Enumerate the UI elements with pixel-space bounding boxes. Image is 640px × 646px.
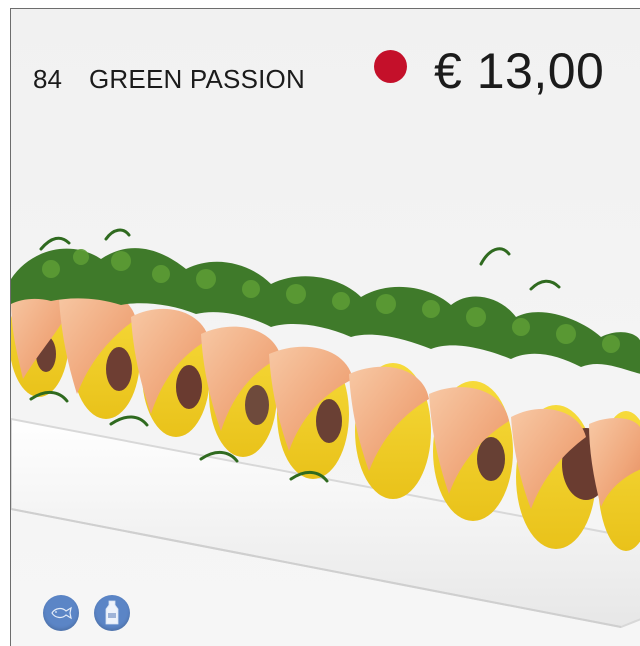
fish-badge	[43, 595, 79, 631]
item-number: 84	[33, 64, 62, 94]
fish-icon	[51, 606, 72, 620]
milk-icon	[105, 600, 119, 625]
menu-item-card: 84 GREEN PASSION € 13,00	[10, 8, 640, 646]
milk-badge	[94, 595, 130, 631]
item-header: 84 GREEN PASSION € 13,00	[11, 9, 640, 119]
item-price: € 13,00	[434, 43, 605, 99]
sushi-roll-photo	[11, 228, 640, 629]
item-name: GREEN PASSION	[89, 64, 305, 94]
spicy-indicator-dot	[374, 50, 407, 83]
